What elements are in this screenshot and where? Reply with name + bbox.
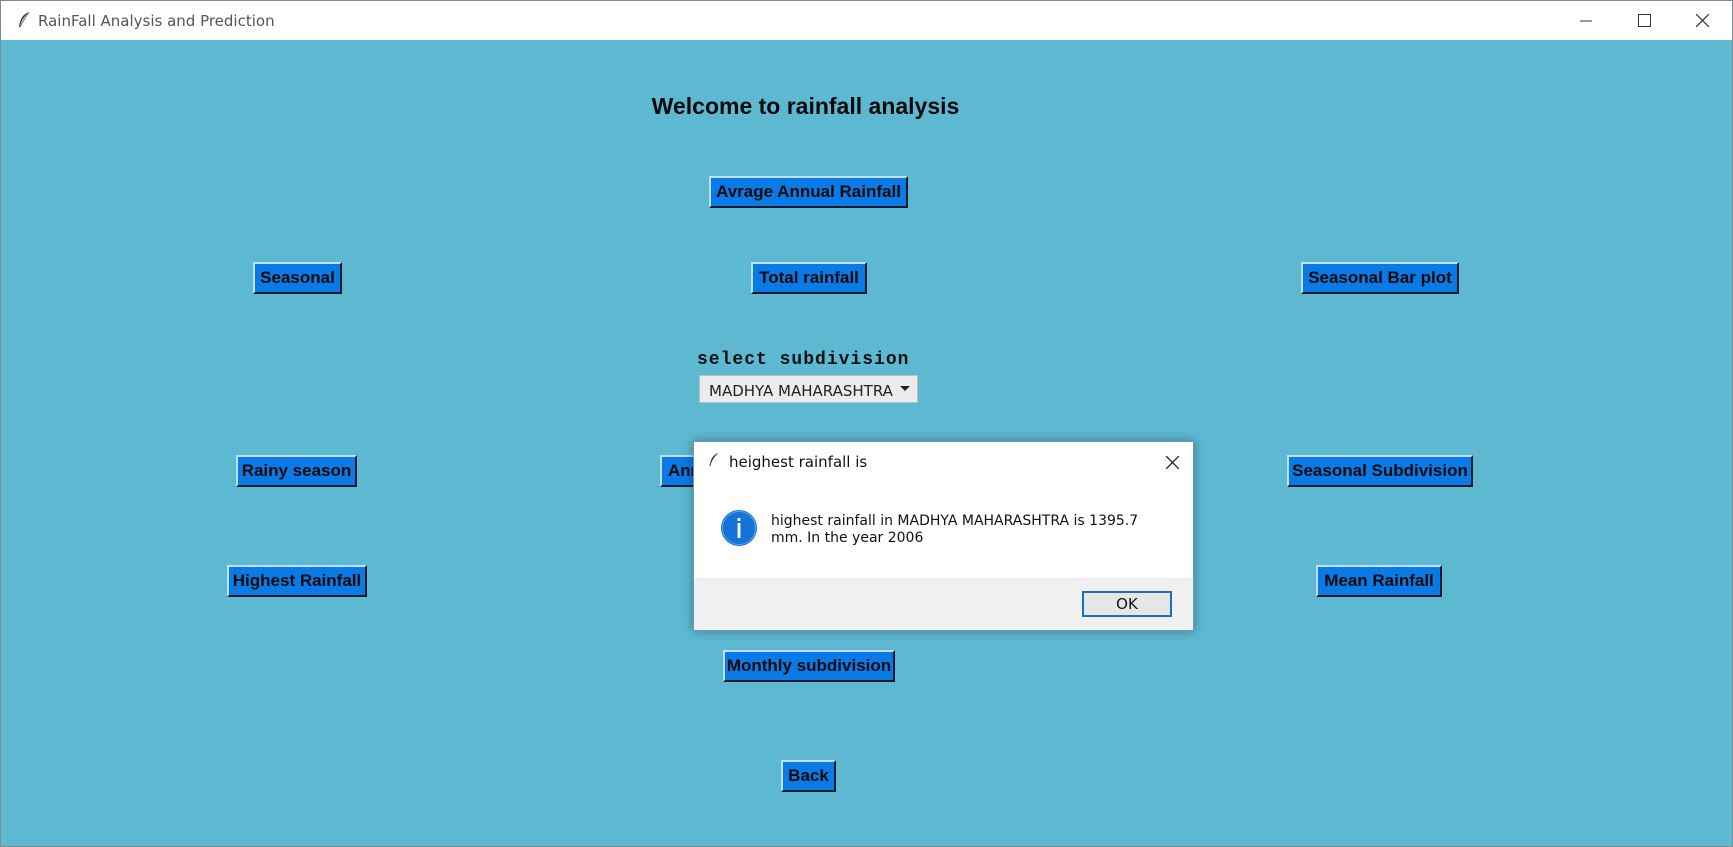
chevron-down-icon	[900, 386, 910, 391]
highest-rainfall-button[interactable]: Highest Rainfall	[227, 565, 367, 597]
app-window: RainFall Analysis and Prediction Welcome…	[0, 0, 1733, 847]
subdivision-dropdown[interactable]: MADHYA MAHARASHTRA	[699, 375, 918, 403]
dialog-footer: OK	[694, 578, 1193, 630]
monthly-subdivision-button[interactable]: Monthly subdivision	[723, 650, 895, 682]
minimize-button[interactable]	[1557, 1, 1615, 40]
close-icon	[1165, 455, 1179, 469]
maximize-icon	[1637, 14, 1651, 27]
select-subdivision-label: select subdivision	[697, 350, 910, 370]
info-dialog: heighest rainfall is highest rainfall in…	[693, 441, 1194, 631]
dialog-title: heighest rainfall is	[729, 453, 868, 471]
close-button[interactable]	[1673, 1, 1731, 40]
dialog-message: highest rainfall in MADHYA MAHARASHTRA i…	[771, 513, 1139, 546]
back-button[interactable]: Back	[781, 760, 836, 792]
info-icon	[721, 510, 757, 546]
feather-icon	[709, 452, 719, 467]
feather-icon	[19, 11, 30, 28]
mean-rainfall-button[interactable]: Mean Rainfall	[1316, 565, 1442, 597]
seasonal-bar-plot-button[interactable]: Seasonal Bar plot	[1301, 262, 1459, 294]
maximize-button[interactable]	[1615, 1, 1673, 40]
ok-button[interactable]: OK	[1082, 591, 1172, 617]
page-heading: Welcome to rainfall analysis	[651, 93, 960, 119]
close-icon	[1695, 14, 1709, 27]
title-bar: RainFall Analysis and Prediction	[1, 1, 1732, 40]
dialog-close-button[interactable]	[1160, 450, 1184, 474]
window-title: RainFall Analysis and Prediction	[38, 12, 275, 30]
seasonal-button[interactable]: Seasonal	[253, 262, 342, 294]
subdivision-selected: MADHYA MAHARASHTRA	[709, 382, 893, 400]
seasonal-subdivision-button[interactable]: Seasonal Subdivision	[1287, 455, 1473, 487]
minimize-icon	[1580, 20, 1592, 21]
avg-annual-rainfall-button[interactable]: Avrage Annual Rainfall	[709, 176, 908, 208]
total-rainfall-button[interactable]: Total rainfall	[751, 262, 867, 294]
rainy-season-button[interactable]: Rainy season	[236, 455, 357, 487]
